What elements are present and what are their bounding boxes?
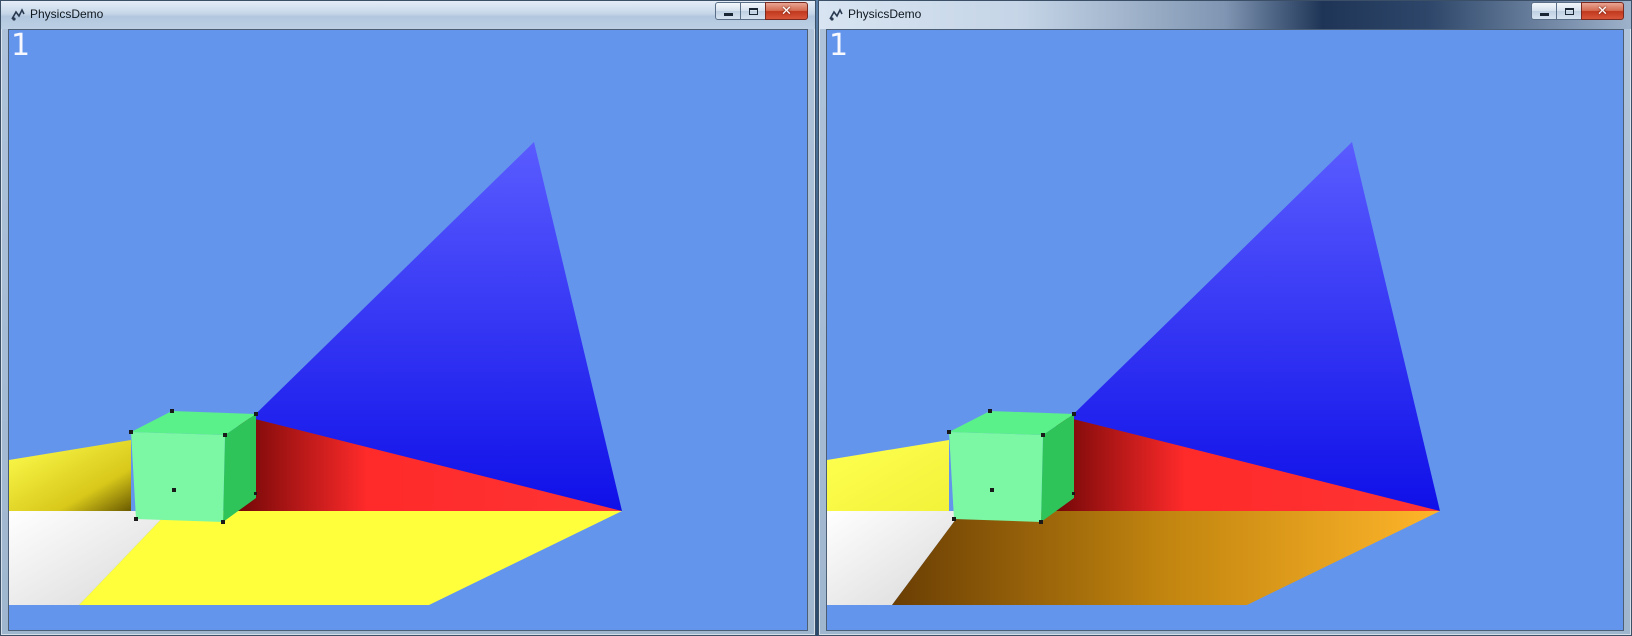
cube-front xyxy=(949,432,1043,522)
scene-3d xyxy=(9,142,622,605)
green-cube xyxy=(129,409,258,524)
maximize-button[interactable] xyxy=(740,2,766,20)
window-title: PhysicsDemo xyxy=(848,7,922,21)
close-button[interactable]: ✕ xyxy=(765,2,808,20)
minimize-button[interactable] xyxy=(1531,2,1557,20)
minimize-icon xyxy=(723,12,733,16)
close-icon: ✕ xyxy=(1597,3,1608,19)
close-icon: ✕ xyxy=(781,3,792,19)
minimize-icon xyxy=(1539,12,1549,16)
yellow-back-plane xyxy=(827,440,949,511)
maximize-icon xyxy=(748,7,758,15)
yellow-back-plane xyxy=(9,440,131,511)
minimize-button[interactable] xyxy=(715,2,741,20)
title-bar[interactable]: PhysicsDemo ✕ xyxy=(819,1,1631,29)
title-bar[interactable]: PhysicsDemo ✕ xyxy=(1,1,815,29)
window-title: PhysicsDemo xyxy=(30,7,104,21)
maximize-icon xyxy=(1564,7,1574,15)
frame-counter: 1 xyxy=(829,29,849,63)
orange-floor xyxy=(892,511,1440,605)
physicsdemo-window-right[interactable]: PhysicsDemo ✕ 1 xyxy=(818,0,1632,636)
maximize-button[interactable] xyxy=(1556,2,1582,20)
frame-counter: 1 xyxy=(11,29,31,63)
render-viewport[interactable]: 1 xyxy=(8,29,808,631)
render-viewport[interactable]: 1 xyxy=(826,29,1624,631)
yellow-floor xyxy=(79,511,622,605)
app-icon xyxy=(829,8,843,21)
close-button[interactable]: ✕ xyxy=(1581,2,1624,20)
cube-front xyxy=(131,432,225,522)
physicsdemo-window-left[interactable]: PhysicsDemo ✕ 1 xyxy=(0,0,816,636)
app-icon xyxy=(11,8,25,21)
scene-3d xyxy=(827,142,1440,605)
caption-buttons: ✕ xyxy=(715,2,808,20)
green-cube xyxy=(947,409,1076,524)
caption-buttons: ✕ xyxy=(1531,2,1624,20)
